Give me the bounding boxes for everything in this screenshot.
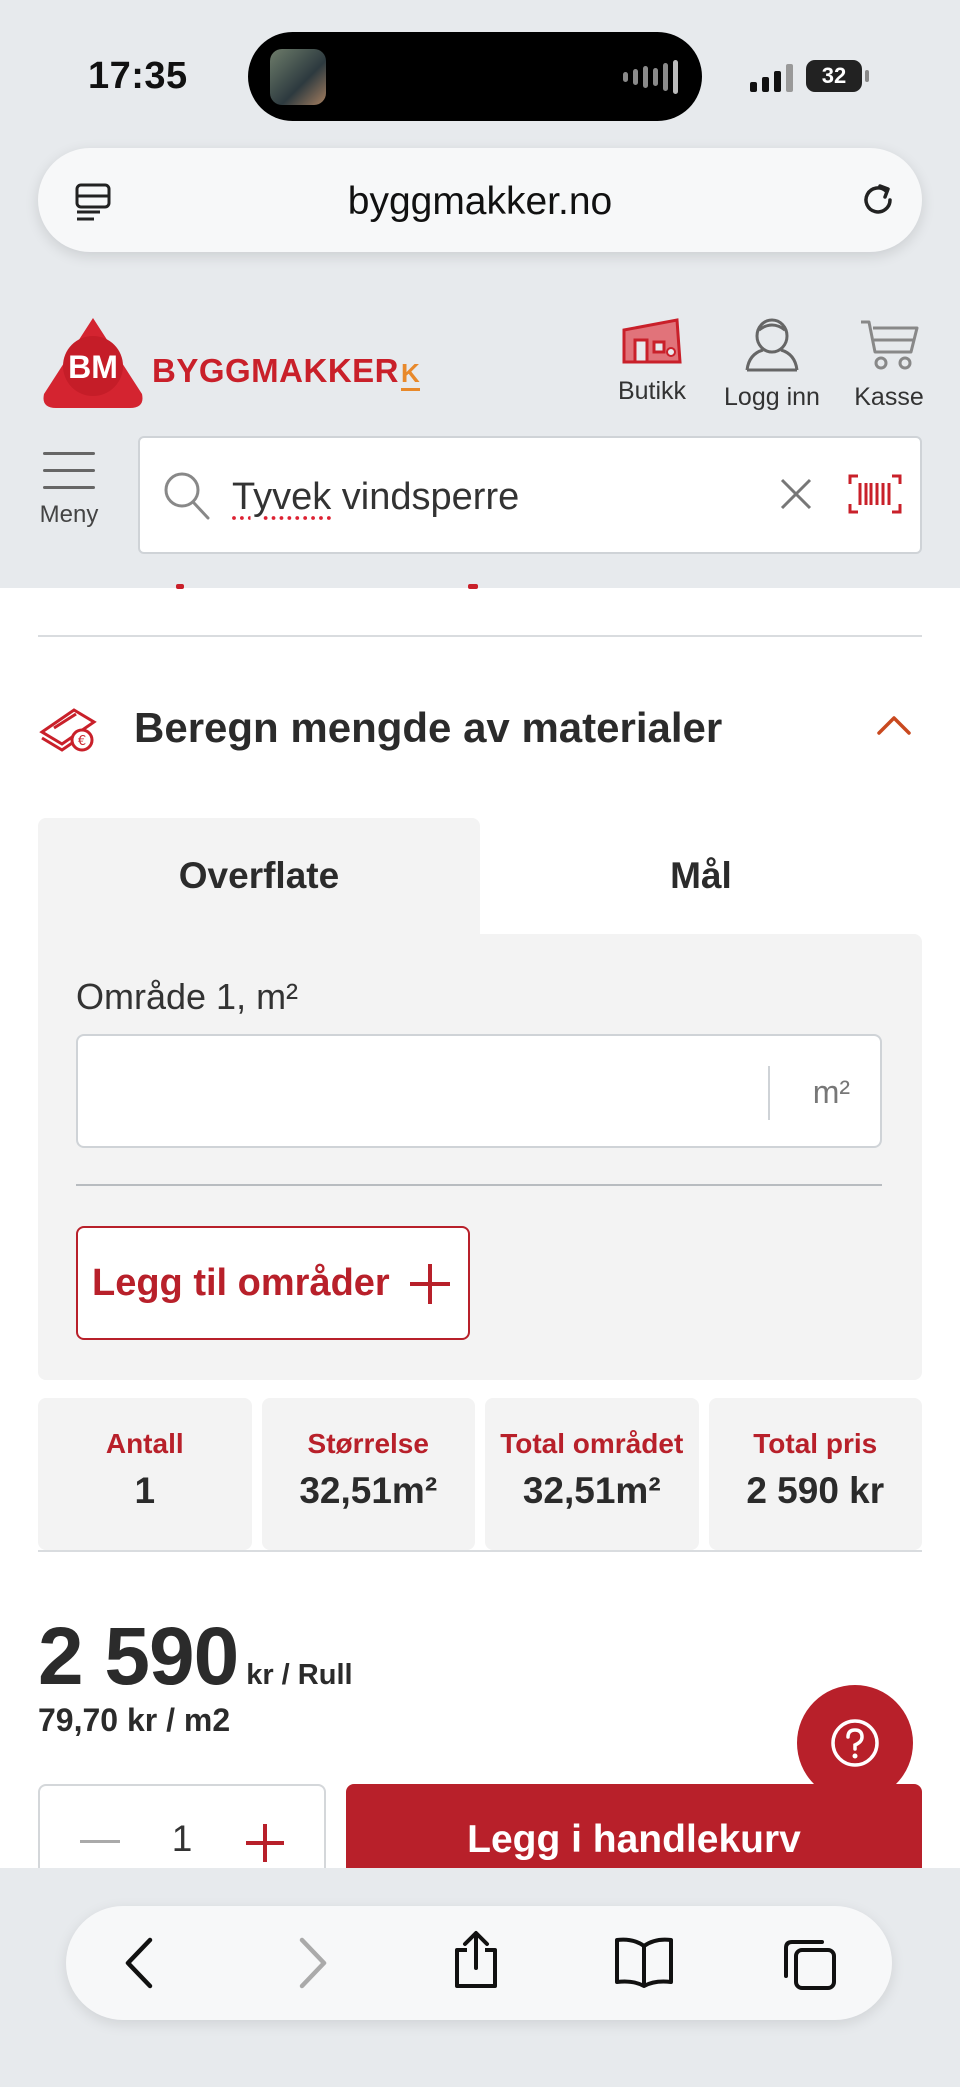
login-button[interactable]: Logg inn — [717, 316, 827, 412]
stat-value: 32,51m² — [299, 1470, 438, 1511]
stat-antall: Antall 1 — [38, 1398, 252, 1550]
stat-key: Antall — [105, 1428, 184, 1459]
chevron-up-icon[interactable] — [876, 714, 912, 741]
stat-value: 1 — [134, 1470, 156, 1511]
stat-total-omradet: Total området 32,51m² — [485, 1398, 699, 1550]
tabs-overview-icon[interactable] — [782, 1936, 838, 1997]
user-icon — [743, 318, 801, 376]
back-icon[interactable] — [120, 1936, 160, 1995]
store-icon — [621, 318, 683, 370]
area-unit: m² — [812, 1074, 850, 1110]
cart-icon — [859, 320, 919, 376]
search-input[interactable]: Tyvek vindsperre — [232, 476, 519, 519]
area-input[interactable]: m² — [76, 1034, 882, 1148]
menu-button[interactable]: Meny — [30, 452, 108, 529]
status-time: 17:35 — [88, 55, 188, 97]
dynamic-island[interactable] — [248, 32, 702, 121]
stats-divider — [38, 1550, 922, 1552]
store-button[interactable]: Butikk — [597, 316, 707, 406]
browser-address-area: byggmakker.no — [0, 140, 960, 270]
unit-separator — [768, 1066, 770, 1120]
browser-toolbar — [66, 1906, 892, 2020]
price-main: 2 590 kr / Rull — [38, 1610, 353, 1704]
reload-icon[interactable] — [856, 178, 900, 227]
forward-icon[interactable] — [292, 1936, 332, 1995]
store-label: Butikk — [617, 377, 687, 405]
calculator-panel: Område 1, m² m² Legg til områder — [38, 934, 922, 1380]
stat-value: 2 590 kr — [746, 1470, 885, 1511]
stat-key: Total pris — [753, 1428, 878, 1459]
calculator-money-icon: € — [38, 702, 98, 759]
scrolled-link-remnant — [38, 584, 638, 590]
barcode-scan-icon[interactable] — [848, 474, 902, 519]
bookmarks-icon[interactable] — [613, 1936, 675, 1993]
add-area-label: Legg til områder — [92, 1262, 390, 1304]
url-text: byggmakker.no — [347, 180, 613, 223]
byggmakker-logo[interactable]: BM — [38, 314, 148, 419]
panel-divider — [76, 1184, 882, 1186]
search-value-underlined: Tyvek — [232, 476, 332, 518]
price-unit: kr / Rull — [246, 1659, 353, 1691]
tab-overflate[interactable]: Overflate — [38, 818, 480, 934]
plus-icon — [406, 1260, 454, 1313]
clear-search-icon[interactable] — [778, 476, 814, 517]
brand-suffix: K — [401, 358, 421, 391]
search-icon — [162, 470, 214, 529]
question-icon — [830, 1718, 880, 1773]
audio-waveform-icon — [623, 60, 678, 94]
increase-quantity-button[interactable] — [244, 1822, 286, 1869]
search-box[interactable]: Tyvek vindsperre — [138, 436, 922, 554]
now-playing-artwork — [270, 49, 326, 105]
cart-button[interactable]: Kasse — [834, 316, 944, 412]
brand-wordmark: BYGGMAKKER — [152, 352, 400, 389]
browser-bottom-area — [0, 1868, 960, 2087]
logo-mark: BM — [68, 349, 118, 385]
cart-label: Kasse — [854, 383, 924, 411]
site-header: BM BYGGMAKKERK Butikk Logg inn Kasse Men… — [0, 270, 960, 588]
stat-value: 32,51m² — [522, 1470, 661, 1511]
stat-total-pris: Total pris 2 590 kr — [708, 1398, 922, 1550]
calculator-header[interactable]: € Beregn mengde av materialer — [38, 690, 922, 766]
add-to-cart-label: Legg i handlekurv — [467, 1818, 801, 1861]
hamburger-icon — [43, 452, 95, 489]
calculator-title: Beregn mengde av materialer — [134, 704, 723, 751]
search-value-rest: vindsperre — [331, 476, 520, 518]
brand-name: BYGGMAKKERK — [152, 352, 421, 391]
stat-storrelse: Størrelse 32,51m² — [261, 1398, 475, 1550]
menu-label: Meny — [39, 501, 99, 528]
login-label: Logg inn — [724, 383, 820, 411]
stat-key: Størrelse — [307, 1428, 429, 1459]
tab-mal[interactable]: Mål — [480, 818, 922, 934]
stat-key: Total området — [500, 1428, 684, 1459]
address-bar[interactable]: byggmakker.no — [38, 148, 922, 252]
area-label: Område 1, m² — [76, 976, 299, 1017]
summary-stats: Antall 1 Størrelse 32,51m² Total området… — [38, 1398, 922, 1550]
share-icon[interactable] — [451, 1930, 501, 1995]
price-per-m2: 79,70 kr / m2 — [38, 1702, 231, 1738]
add-area-button[interactable]: Legg til områder — [76, 1226, 470, 1340]
status-bar: 17:35 32 — [0, 0, 960, 140]
battery-indicator: 32 — [806, 60, 869, 92]
section-divider — [38, 635, 922, 637]
cellular-signal-icon — [750, 62, 793, 92]
svg-text:€: € — [78, 734, 86, 749]
price-amount: 2 590 — [38, 1611, 239, 1702]
